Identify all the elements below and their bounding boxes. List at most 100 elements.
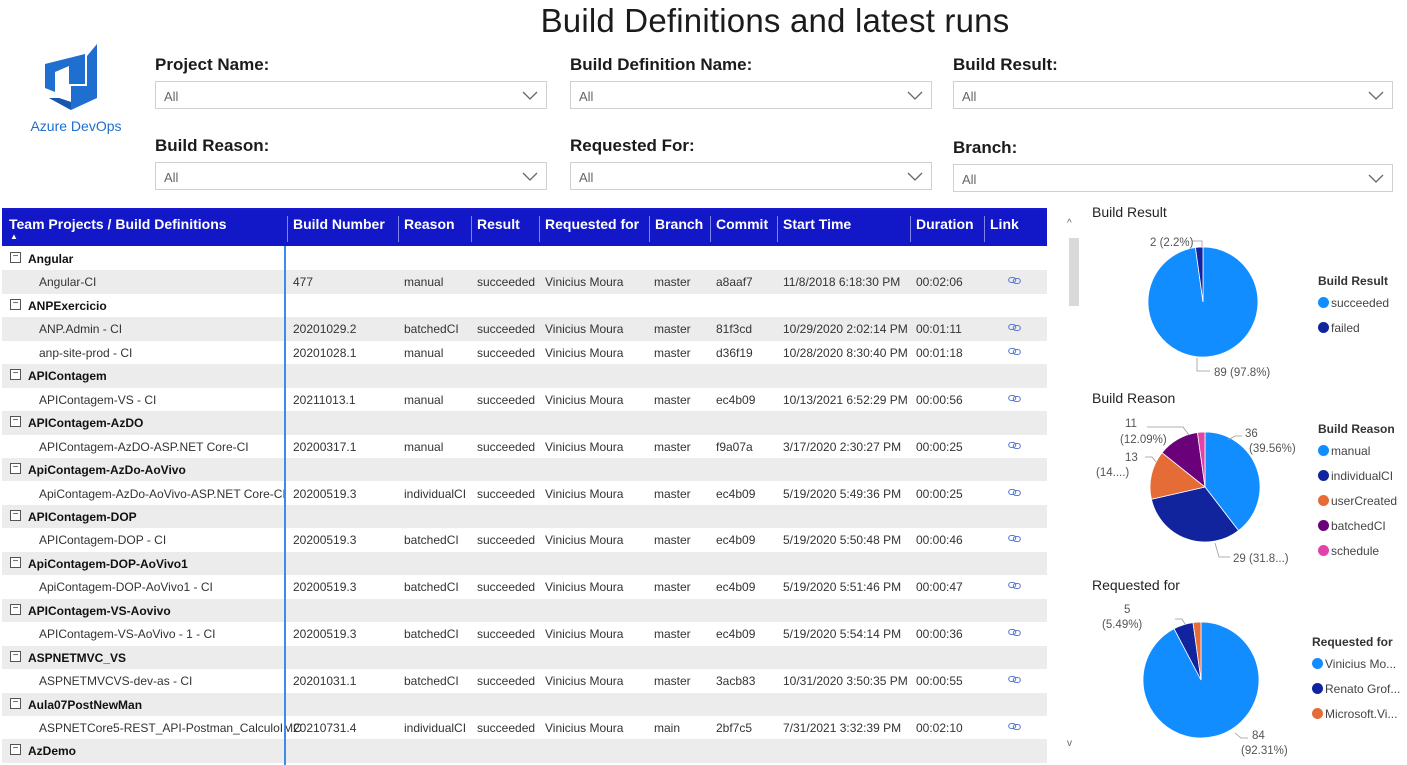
- collapse-icon[interactable]: −: [10, 252, 21, 263]
- requested-for-dropdown[interactable]: All: [570, 162, 932, 190]
- legend-item[interactable]: individualCI: [1318, 469, 1397, 494]
- collapse-icon[interactable]: −: [10, 463, 21, 475]
- collapse-icon[interactable]: −: [10, 416, 21, 428]
- cell-commit: 2bf7c5: [716, 721, 753, 735]
- build-result-dropdown[interactable]: All: [953, 81, 1393, 109]
- build-definition-name: Angular-CI: [39, 275, 97, 290]
- legend-item[interactable]: manual: [1318, 444, 1397, 469]
- column-header-duration[interactable]: Duration: [910, 216, 974, 242]
- table-row[interactable]: ASPNETMVCVS-dev-as - CI 20201031.1 batched…: [2, 669, 1047, 692]
- data-label: (14....): [1096, 467, 1129, 479]
- column-header-result[interactable]: Result: [471, 216, 520, 242]
- slicer-requested-for: Requested For: All: [570, 136, 932, 190]
- table-row[interactable]: ANP.Admin - CI 20201029.2 batchedCI succeed…: [2, 317, 1047, 341]
- legend-label: manual: [1331, 444, 1371, 458]
- cell-result: succeeded: [477, 345, 536, 360]
- link-icon[interactable]: [1008, 439, 1021, 453]
- project-group-row[interactable]: − APIContagem-DOP: [2, 504, 1047, 529]
- collapse-icon[interactable]: −: [10, 509, 21, 521]
- column-header-build-number[interactable]: Build Number: [287, 216, 385, 242]
- link-icon[interactable]: [1008, 345, 1021, 359]
- cell-reason: manual: [404, 439, 444, 454]
- table-row[interactable]: ASPNETCore5-REST_API-Postman_CalculoIMC 2…: [2, 716, 1047, 739]
- chevron-down-icon: [1368, 91, 1384, 100]
- project-group-row[interactable]: − ApiContagem-DOP-AoVivo1: [2, 551, 1047, 576]
- cell-branch: master: [654, 345, 691, 360]
- slicer-label: Build Reason:: [155, 136, 270, 155]
- cell-requested: Vinicius Moura: [545, 486, 624, 501]
- slicer-label: Build Definition Name:: [570, 55, 753, 74]
- table-row[interactable]: Angular-CI 477 manual succeeded Vinicius Mou…: [2, 270, 1047, 294]
- legend-label: Vinicius Mo...: [1325, 657, 1397, 671]
- collapse-icon[interactable]: −: [10, 369, 21, 381]
- project-group-row[interactable]: − APIContagem: [2, 364, 1047, 388]
- collapse-icon[interactable]: −: [10, 697, 21, 709]
- build-result-pie-chart: 2 (2.2%) 89 (97.8%) Build Result Build Re…: [1088, 204, 1404, 384]
- table-row[interactable]: APIContagem-DOP - CI 20200519.3 batchedCI s…: [2, 528, 1047, 551]
- table-row[interactable]: anp-site-prod - CI 20201028.1 manual succee…: [2, 341, 1047, 364]
- link-icon[interactable]: [1008, 321, 1021, 335]
- column-header-reason[interactable]: Reason: [398, 216, 455, 242]
- cell-result: succeeded: [477, 533, 536, 548]
- link-icon[interactable]: [1008, 486, 1021, 500]
- column-header-branch[interactable]: Branch: [649, 216, 703, 242]
- build-reason-dropdown[interactable]: All: [155, 162, 547, 190]
- chevron-down-icon: [522, 91, 538, 100]
- column-header-start-time[interactable]: Start Time: [777, 216, 851, 242]
- cell-start: 5/19/2020 5:50:48 PM: [783, 533, 902, 548]
- column-header-requested-for[interactable]: Requested for: [539, 216, 639, 242]
- link-icon[interactable]: [1008, 673, 1021, 687]
- project-group-row[interactable]: − ANPExercicio: [2, 294, 1047, 317]
- legend-item[interactable]: succeeded: [1318, 296, 1389, 321]
- table-row[interactable]: APIContagem-VS - CI 20211013.1 manual succe…: [2, 388, 1047, 411]
- project-name: APIContagem-AzDO: [28, 416, 144, 431]
- project-group-row[interactable]: − ASPNETMVC_VS: [2, 645, 1047, 670]
- project-group-row[interactable]: − Angular: [2, 247, 1047, 270]
- table-row[interactable]: APIContagem-VS-AoVivo - 1 - CI 20200519.3…: [2, 622, 1047, 645]
- scroll-down-icon[interactable]: v: [1067, 738, 1072, 749]
- cell-build: 20200519.3: [293, 486, 357, 501]
- column-header-definitions[interactable]: Team Projects / Build Definitions: [9, 216, 227, 242]
- table-scrollbar[interactable]: ^ v: [1067, 212, 1081, 752]
- collapse-icon[interactable]: −: [10, 650, 21, 662]
- scrollbar-thumb[interactable]: [1069, 238, 1079, 306]
- column-header-link[interactable]: Link: [984, 216, 1019, 242]
- legend-item[interactable]: userCreated: [1318, 494, 1397, 519]
- legend-item[interactable]: batchedCI: [1318, 519, 1397, 544]
- project-group-row[interactable]: − APIContagem-VS-Aovivo: [2, 598, 1047, 623]
- scroll-up-icon[interactable]: ^: [1067, 218, 1072, 229]
- table-row[interactable]: APIContagem-AzDO-ASP.NET Core-CI 20200317…: [2, 435, 1047, 458]
- link-icon[interactable]: [1008, 626, 1021, 640]
- legend-item[interactable]: schedule: [1318, 544, 1397, 569]
- link-icon[interactable]: [1008, 274, 1021, 288]
- table-row[interactable]: ApiContagem-DOP-AoVivo1 - CI 20200519.3 ba…: [2, 575, 1047, 598]
- project-group-row[interactable]: − AzDemo: [2, 739, 1047, 763]
- legend-item[interactable]: Renato Grof...: [1312, 682, 1400, 707]
- dropdown-value: All: [579, 170, 594, 185]
- legend-item[interactable]: Vinicius Mo...: [1312, 657, 1400, 682]
- build-definition-name-dropdown[interactable]: All: [570, 81, 932, 109]
- link-icon[interactable]: [1008, 720, 1021, 734]
- legend-item[interactable]: Microsoft.Vi...: [1312, 707, 1400, 732]
- legend-item[interactable]: failed: [1318, 321, 1389, 346]
- collapse-icon[interactable]: −: [10, 298, 21, 310]
- project-name-dropdown[interactable]: All: [155, 81, 547, 109]
- cell-branch: master: [654, 627, 691, 642]
- project-group-row[interactable]: − ApiContagem-AzDo-AoVivo: [2, 458, 1047, 482]
- project-group-row[interactable]: − APIContagem-AzDO: [2, 411, 1047, 435]
- collapse-icon[interactable]: −: [10, 556, 21, 568]
- project-name: AzDemo: [28, 744, 77, 759]
- link-icon[interactable]: [1008, 392, 1021, 406]
- cell-branch: master: [654, 392, 691, 407]
- column-header-commit[interactable]: Commit: [710, 216, 768, 242]
- collapse-icon[interactable]: −: [10, 744, 21, 756]
- branch-dropdown[interactable]: All: [953, 164, 1393, 192]
- collapse-icon[interactable]: −: [10, 603, 21, 615]
- data-label: 36: [1245, 428, 1258, 440]
- link-icon[interactable]: [1008, 532, 1021, 546]
- project-group-row[interactable]: − Aula07PostNewMan: [2, 692, 1047, 716]
- build-definitions-table: Team Projects / Build Definitions ▲ Buil…: [2, 208, 1047, 765]
- table-row[interactable]: ApiContagem-AzDo-AoVivo-ASP.NET Core-CI 2…: [2, 482, 1047, 505]
- link-icon[interactable]: [1008, 579, 1021, 593]
- cell-requested: Vinicius Moura: [545, 345, 624, 360]
